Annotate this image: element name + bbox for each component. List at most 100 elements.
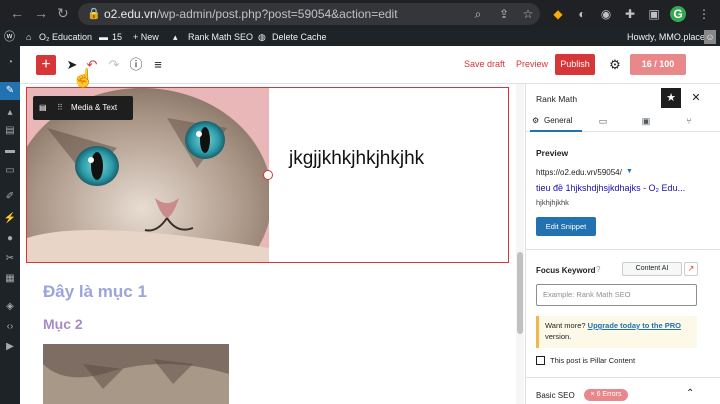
user-avatar[interactable]: ☺ [704,30,716,44]
cache-icon: ◍ [258,32,266,42]
tab-general[interactable]: ⚙ General [530,110,582,132]
lock-icon: 🔒 [87,8,101,20]
sidebar-title: Rank Math [536,94,578,104]
pillar-content-label: This post is Pillar Content [550,356,636,365]
extension-icon-2[interactable]: ◐ [574,6,590,22]
block-type-label: Media & Text [71,103,118,112]
save-draft-button[interactable]: Save draft [464,59,505,69]
focus-keyword-input[interactable]: Example: Rank Math SEO [536,284,697,306]
upsell-suffix: version. [545,332,572,341]
extension-icon[interactable]: ◆ [550,6,566,22]
puzzle-icon[interactable]: ✚ [622,6,638,22]
edit-snippet-button[interactable]: Edit Snippet [536,217,596,236]
tab-advanced-icon[interactable]: ▭ [596,114,610,128]
code-icon[interactable]: ‹› [0,318,20,336]
delete-cache-menu[interactable]: Delete Cache [272,28,327,46]
posts-pin-icon[interactable]: ✎ [0,82,20,100]
drag-handle-icon[interactable]: ⠿ [57,96,63,120]
browser-toolbar: ← → ↻ 🔒 o2.edu.vn/wp-admin/post.php?post… [0,0,720,28]
wp-admin-bar: ⓦ ⌂ O₂ Education ▬ 15 + New ▴ Rank Math … [0,28,720,46]
heading-1[interactable]: Đây là mục 1 [43,282,147,302]
plugin-icon-2[interactable]: ◈ [0,298,20,316]
admin-menu: ◔ ✎ ▴ ▤ ▬ ▭ ✐ ⚡ ● ✂ ▦ ◈ ‹› ▶ [0,46,20,404]
tools-icon[interactable]: ✂ [0,250,20,268]
bookmark-star-icon[interactable]: ☆ [520,6,536,22]
publish-button[interactable]: Publish [555,54,595,75]
add-block-button[interactable]: + [36,55,56,75]
preview-button[interactable]: Preview [516,59,548,69]
comments-icon: ▬ [99,32,108,42]
preview-section-title: Preview [536,148,569,158]
media-icon[interactable]: ▤ [0,122,20,140]
tab-general-label: General [544,116,573,125]
block-toolbar: ▤ ⠿ Media & Text [33,96,133,120]
details-info-icon[interactable]: ⓘ [128,55,144,75]
close-icon[interactable]: ✕ [686,88,706,108]
seo-score-button[interactable]: 16 / 100 [630,54,686,75]
upsell-prefix: Want more? [545,321,588,330]
rank-math-menu[interactable]: Rank Math SEO [188,28,253,46]
snippet-url: https://o2.edu.vn/59054/ [536,168,622,177]
play-icon[interactable]: ▶ [0,338,20,356]
tab-social-icon[interactable]: ⑂ [682,114,696,128]
divider [526,377,720,378]
resize-handle[interactable] [263,170,273,180]
media-text-block[interactable]: ▤ ⠿ Media & Text jkgjjkhkjhkjhkjhk [26,87,509,263]
rank-math-icon: ▴ [173,32,178,42]
media-text-content[interactable]: jkgjjkhkjhkjhkjhk [289,148,424,170]
pin-star-icon[interactable]: ★ [661,88,681,108]
appearance-icon[interactable]: ✐ [0,188,20,206]
extension-icon-3[interactable]: ◉ [598,6,614,22]
url-dropdown-icon[interactable]: ▼ [626,168,633,175]
editor-toolbar: + ➤ ↶ ↷ ⓘ ≡ Save draft Preview Publish ⚙… [20,46,720,84]
gear-icon: ⚙ [532,116,540,125]
canvas-scrollbar[interactable] [516,84,524,404]
help-icon[interactable]: ? [596,265,600,274]
hand-cursor-icon: ☝ [72,68,95,88]
comments-icon[interactable]: ▬ [0,142,20,160]
reload-icon[interactable]: ↻ [57,5,69,22]
pillar-content-checkbox[interactable] [536,356,545,365]
chevron-up-icon[interactable]: ⌃ [686,388,694,399]
plugins-icon[interactable]: ⚡ [0,210,20,228]
basic-seo-label[interactable]: Basic SEO [536,391,575,400]
sidebar-tabs: ⚙ General ▭ ▣ ⑂ [526,110,720,132]
wordpress-logo-icon[interactable]: ⓦ [4,28,15,46]
users-icon[interactable]: ● [0,230,20,248]
content-ai-label: Content AI [635,265,669,272]
content-ai-button[interactable]: Content AI [622,262,682,276]
rank-math-sidebar: Rank Math ★ ✕ ⚙ General ▭ ▣ ⑂ Preview ht… [525,84,720,404]
upgrade-notice: Want more? Upgrade today to the PRO vers… [536,316,697,348]
site-name[interactable]: O₂ Education [39,28,92,46]
list-view-icon[interactable]: ≡ [150,55,166,75]
settings-gear-icon[interactable]: ⚙ [607,55,623,75]
url-host: o2.edu.vn [104,7,157,21]
trends-icon[interactable]: ↗ [684,262,698,276]
menu-dots-icon[interactable]: ⋮ [696,6,712,22]
forward-icon[interactable]: → [34,5,48,21]
comments-count[interactable]: 15 [112,28,122,46]
lens-icon[interactable]: ⌕ [470,6,486,22]
dashboard-icon[interactable]: ◔ [0,54,20,72]
pages-icon[interactable]: ▭ [0,162,20,180]
tab-schema-icon[interactable]: ▣ [639,114,653,128]
kitten-image-2[interactable] [43,344,229,404]
redo-icon[interactable]: ↷ [106,55,122,75]
divider [526,249,720,250]
user-greeting[interactable]: Howdy, MMO.place [627,28,705,46]
back-icon[interactable]: ← [10,5,24,21]
rank-math-icon[interactable]: ▴ [0,104,20,122]
share-icon[interactable]: ⇪ [496,6,512,22]
url-path: /wp-admin/post.php?post=59054&action=edi… [156,7,398,21]
editor-canvas: ▤ ⠿ Media & Text jkgjjkhkjhkjhkjhk Đây l… [20,84,517,404]
sidepanel-icon[interactable]: ▣ [646,6,662,22]
profile-avatar[interactable]: G [670,6,686,22]
snippet-description: hjkhjhjkhk [536,198,569,207]
upgrade-link[interactable]: Upgrade today to the PRO [588,321,681,330]
media-text-block-icon[interactable]: ▤ [39,96,47,120]
settings-icon[interactable]: ▦ [0,270,20,288]
heading-2[interactable]: Mục 2 [43,316,83,332]
home-icon: ⌂ [26,32,32,42]
new-menu[interactable]: + New [133,28,159,46]
scrollbar-thumb[interactable] [517,252,523,334]
